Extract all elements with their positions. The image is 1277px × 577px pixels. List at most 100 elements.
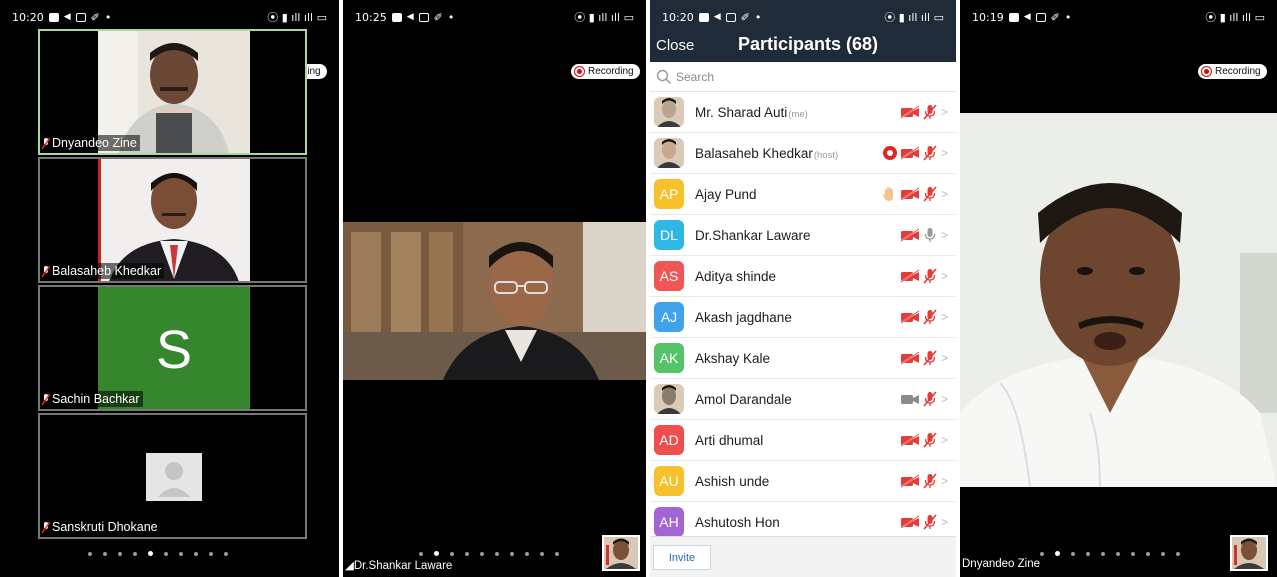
participants-footer: Invite	[650, 536, 956, 577]
invite-button[interactable]: Invite	[653, 545, 711, 570]
video-tile[interactable]: Sanskruti Dhokane	[38, 413, 307, 539]
chevron-right-icon[interactable]: >	[941, 187, 948, 201]
page-dot[interactable]	[164, 551, 168, 556]
participant-status-icons: >	[881, 186, 948, 202]
signal-battery-icons: ⦿ ▮ ıll ıll ▭	[574, 11, 634, 24]
chevron-right-icon[interactable]: >	[941, 515, 948, 529]
speaker-name: Dnyandeo Zine	[962, 558, 1040, 570]
page-dot[interactable]	[540, 551, 544, 556]
page-dot[interactable]	[1086, 551, 1090, 556]
avatar-initials: AP	[659, 186, 679, 202]
video-tile[interactable]: Balasaheb Khedkar	[38, 157, 307, 283]
page-dot[interactable]	[1055, 551, 1060, 556]
participant-name-text: Arti dhumal	[695, 432, 764, 448]
participant-row[interactable]: AP Ajay Pund >	[650, 174, 956, 215]
search-bar[interactable]: Search	[650, 62, 956, 92]
video-tile[interactable]: Dnyandeo Zine	[38, 29, 307, 155]
page-dot[interactable]	[434, 551, 439, 556]
recording-label: Recording	[588, 66, 634, 77]
recording-label: Recording	[1215, 66, 1261, 77]
participant-row[interactable]: DL Dr.Shankar Laware >	[650, 215, 956, 256]
page-indicator[interactable]	[1040, 551, 1180, 556]
mic-muted-icon	[923, 268, 937, 284]
chevron-right-icon[interactable]: >	[941, 474, 948, 488]
page-dot[interactable]	[465, 551, 469, 556]
video-tile[interactable]: S Sachin Bachkar	[38, 285, 307, 411]
participant-row[interactable]: AS Aditya shinde >	[650, 256, 956, 297]
page-dot[interactable]	[555, 551, 559, 556]
participant-name: Mr. Sharad Auti(me)	[695, 105, 808, 120]
page-dot[interactable]	[1131, 551, 1135, 556]
participant-avatar: AS	[654, 261, 684, 291]
self-view-thumbnail[interactable]	[1230, 535, 1268, 571]
page-dot[interactable]	[1071, 551, 1075, 556]
page-dot[interactable]	[480, 551, 484, 556]
clock: 10:20	[662, 10, 694, 24]
participant-row[interactable]: Balasaheb Khedkar(host) >	[650, 133, 956, 174]
record-icon	[574, 66, 585, 77]
page-dot[interactable]	[103, 551, 107, 556]
page-dot[interactable]	[194, 551, 198, 556]
recording-indicator: Recording	[571, 64, 640, 79]
message-icon	[418, 12, 429, 22]
participant-row[interactable]: AU Ashish unde >	[650, 461, 956, 502]
status-bar: 10:20 ◀ ✐ • ⦿ ▮ ıll ıll ▭	[650, 0, 956, 34]
page-dot[interactable]	[179, 551, 183, 556]
chevron-right-icon[interactable]: >	[941, 228, 948, 242]
notification-icon	[48, 12, 59, 22]
participant-row[interactable]: Mr. Sharad Auti(me) >	[650, 92, 956, 133]
participant-row[interactable]: AD Arti dhumal >	[650, 420, 956, 461]
tools-icon: ✐	[90, 10, 100, 24]
page-dot[interactable]	[1146, 551, 1150, 556]
clock: 10:19	[972, 10, 1004, 24]
participant-status-icons: >	[900, 514, 948, 530]
page-dot[interactable]	[450, 551, 454, 556]
page-dot[interactable]	[118, 551, 122, 556]
chevron-right-icon[interactable]: >	[941, 310, 948, 324]
page-dot[interactable]	[224, 551, 228, 556]
chevron-right-icon[interactable]: >	[941, 269, 948, 283]
page-dot[interactable]	[133, 551, 137, 556]
video-off-icon	[900, 146, 920, 160]
self-view-thumbnail[interactable]	[602, 535, 640, 571]
page-indicator[interactable]	[88, 551, 228, 556]
chevron-right-icon[interactable]: >	[941, 392, 948, 406]
video-on-icon	[900, 395, 919, 404]
page-dot[interactable]	[88, 551, 92, 556]
telegram-icon: ◀	[1023, 12, 1031, 22]
signal-battery-icons: ⦿ ▮ ıll ıll ▭	[267, 11, 327, 24]
page-dot[interactable]	[1176, 551, 1180, 556]
chevron-right-icon[interactable]: >	[941, 105, 948, 119]
page-dot[interactable]	[510, 551, 514, 556]
participant-status-icons: >	[882, 145, 948, 161]
participant-name-text: Akshay Kale	[695, 350, 771, 366]
signal-battery-icons: ⦿ ▮ ıll ıll ▭	[1205, 11, 1265, 24]
participant-status-icons: >	[900, 104, 948, 120]
page-dot[interactable]	[1101, 551, 1105, 556]
chevron-right-icon[interactable]: >	[941, 433, 948, 447]
page-indicator[interactable]	[419, 551, 559, 556]
mic-muted-icon	[42, 393, 50, 405]
participant-row[interactable]: AJ Akash jagdhane >	[650, 297, 956, 338]
page-dot[interactable]	[209, 551, 213, 556]
page-dot[interactable]	[1040, 551, 1044, 556]
chevron-right-icon[interactable]: >	[941, 351, 948, 365]
close-button[interactable]: Close	[656, 37, 694, 54]
search-input[interactable]: Search	[676, 70, 714, 84]
mic-muted-icon	[923, 350, 937, 366]
participant-name-text: Ashish unde	[695, 473, 770, 489]
page-dot[interactable]	[1116, 551, 1120, 556]
chevron-right-icon[interactable]: >	[941, 146, 948, 160]
telegram-icon: ◀	[713, 12, 721, 22]
participant-name: Sachin Bachkar	[52, 392, 140, 406]
recording-indicator: Recording	[1198, 64, 1267, 79]
video-off-icon	[900, 228, 920, 242]
page-dot[interactable]	[525, 551, 529, 556]
page-dot[interactable]	[419, 551, 423, 556]
participant-row[interactable]: AK Akshay Kale >	[650, 338, 956, 379]
participant-row[interactable]: Amol Darandale >	[650, 379, 956, 420]
page-dot[interactable]	[148, 551, 153, 556]
page-dot[interactable]	[1161, 551, 1165, 556]
page-dot[interactable]	[495, 551, 499, 556]
participant-name: Ashutosh Hon	[695, 515, 780, 530]
